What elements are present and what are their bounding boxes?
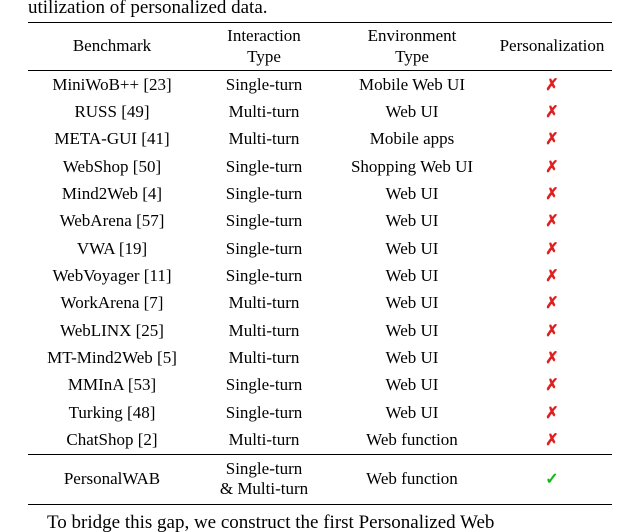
table-row: MT-Mind2Web [5]Multi-turnWeb UI ✗ [28,345,612,372]
table-row: WebVoyager [11]Single-turnWeb UI ✗ [28,263,612,290]
table-row: WebArena [57]Single-turnWeb UI ✗ [28,208,612,235]
table-row: MMInA [53]Single-turnWeb UI ✗ [28,372,612,399]
cell-personalization: ✗ [492,345,612,372]
cropped-bottom-text: To bridge this gap, we construct the fir… [28,512,612,532]
cell-environment: Web function [332,427,492,455]
cropped-top-text: utilization of personalized data. [28,0,612,19]
cell-benchmark: WebVoyager [11] [28,263,196,290]
cell-interaction: Multi-turn [196,99,332,126]
cross-icon: ✗ [545,295,558,312]
cross-icon: ✗ [545,405,558,422]
cell-interaction: Single-turn [196,71,332,99]
table-row: META-GUI [41]Multi-turnMobile apps ✗ [28,126,612,153]
cell-environment: Web UI [332,235,492,262]
cell-personalization: ✗ [492,427,612,455]
table-row: Mind2Web [4]Single-turnWeb UI ✗ [28,181,612,208]
cell-benchmark: VWA [19] [28,235,196,262]
table-row: WebLINX [25]Multi-turnWeb UI ✗ [28,317,612,344]
col-environment: Environment Type [332,23,492,71]
cell-benchmark: WebLINX [25] [28,317,196,344]
cell-personalization: ✗ [492,263,612,290]
cell-benchmark: META-GUI [41] [28,126,196,153]
cell-environment: Mobile Web UI [332,71,492,99]
cross-icon: ✗ [545,186,558,203]
cell-interaction: Multi-turn [196,345,332,372]
cross-icon: ✗ [545,159,558,176]
cell-personalization: ✗ [492,71,612,99]
cell-benchmark: Mind2Web [4] [28,181,196,208]
cell-interaction: Multi-turn [196,317,332,344]
table-row: VWA [19]Single-turnWeb UI ✗ [28,235,612,262]
cell-benchmark: WebShop [50] [28,153,196,180]
cell-personalization: ✗ [492,372,612,399]
table-row: Turking [48]Single-turnWeb UI ✗ [28,399,612,426]
cell-benchmark: WorkArena [7] [28,290,196,317]
cell-personalization: ✗ [492,317,612,344]
cell-benchmark: MiniWoB++ [23] [28,71,196,99]
cell-personalization: ✗ [492,153,612,180]
table-row: WebShop [50]Single-turnShopping Web UI ✗ [28,153,612,180]
col-interaction: Interaction Type [196,23,332,71]
cross-icon: ✗ [545,350,558,367]
cross-icon: ✗ [545,323,558,340]
cell-benchmark: WebArena [57] [28,208,196,235]
cell-interaction: Multi-turn [196,126,332,153]
cell-interaction: Single-turn [196,181,332,208]
cell-environment: Web UI [332,345,492,372]
benchmark-comparison-table: Benchmark Interaction Type Environment T… [28,22,612,505]
cell-personalization: ✗ [492,181,612,208]
cross-icon: ✗ [545,77,558,94]
cell-personalization: ✗ [492,290,612,317]
table-row: RUSS [49]Multi-turnWeb UI ✗ [28,99,612,126]
table-row: MiniWoB++ [23]Single-turnMobile Web UI ✗ [28,71,612,99]
cell-environment: Web function [332,455,492,505]
cell-benchmark: PersonalWAB [28,455,196,505]
cell-interaction: Single-turn& Multi-turn [196,455,332,505]
cell-interaction: Single-turn [196,153,332,180]
cell-interaction: Single-turn [196,372,332,399]
col-personalization: Personalization [492,23,612,71]
cell-interaction: Single-turn [196,208,332,235]
table-body: MiniWoB++ [23]Single-turnMobile Web UI✗R… [28,71,612,505]
cell-interaction: Multi-turn [196,290,332,317]
cell-personalization: ✗ [492,208,612,235]
cross-icon: ✗ [545,377,558,394]
cell-personalization: ✗ [492,235,612,262]
cell-interaction: Single-turn [196,235,332,262]
cell-environment: Web UI [332,372,492,399]
cell-environment: Web UI [332,263,492,290]
cell-environment: Web UI [332,290,492,317]
col-benchmark: Benchmark [28,23,196,71]
check-icon: ✓ [545,471,558,488]
cross-icon: ✗ [545,241,558,258]
cross-icon: ✗ [545,213,558,230]
cell-interaction: Single-turn [196,399,332,426]
cell-benchmark: Turking [48] [28,399,196,426]
cross-icon: ✗ [545,432,558,449]
table-row: ChatShop [2]Multi-turnWeb function ✗ [28,427,612,455]
cell-environment: Web UI [332,317,492,344]
cell-environment: Web UI [332,181,492,208]
cross-icon: ✗ [545,131,558,148]
cross-icon: ✗ [545,268,558,285]
table-header: Benchmark Interaction Type Environment T… [28,23,612,71]
cell-environment: Web UI [332,399,492,426]
cell-interaction: Multi-turn [196,427,332,455]
cell-personalization: ✗ [492,399,612,426]
cell-benchmark: MT-Mind2Web [5] [28,345,196,372]
cell-environment: Web UI [332,99,492,126]
table-row: WorkArena [7]Multi-turnWeb UI ✗ [28,290,612,317]
cell-personalization: ✗ [492,126,612,153]
table-footer-row: PersonalWABSingle-turn& Multi-turnWeb fu… [28,455,612,505]
cell-environment: Mobile apps [332,126,492,153]
cell-interaction: Single-turn [196,263,332,290]
cross-icon: ✗ [545,104,558,121]
cell-personalization: ✗ [492,99,612,126]
cell-environment: Web UI [332,208,492,235]
cell-benchmark: ChatShop [2] [28,427,196,455]
cell-environment: Shopping Web UI [332,153,492,180]
cell-benchmark: MMInA [53] [28,372,196,399]
cell-personalization: ✓ [492,455,612,505]
cell-benchmark: RUSS [49] [28,99,196,126]
